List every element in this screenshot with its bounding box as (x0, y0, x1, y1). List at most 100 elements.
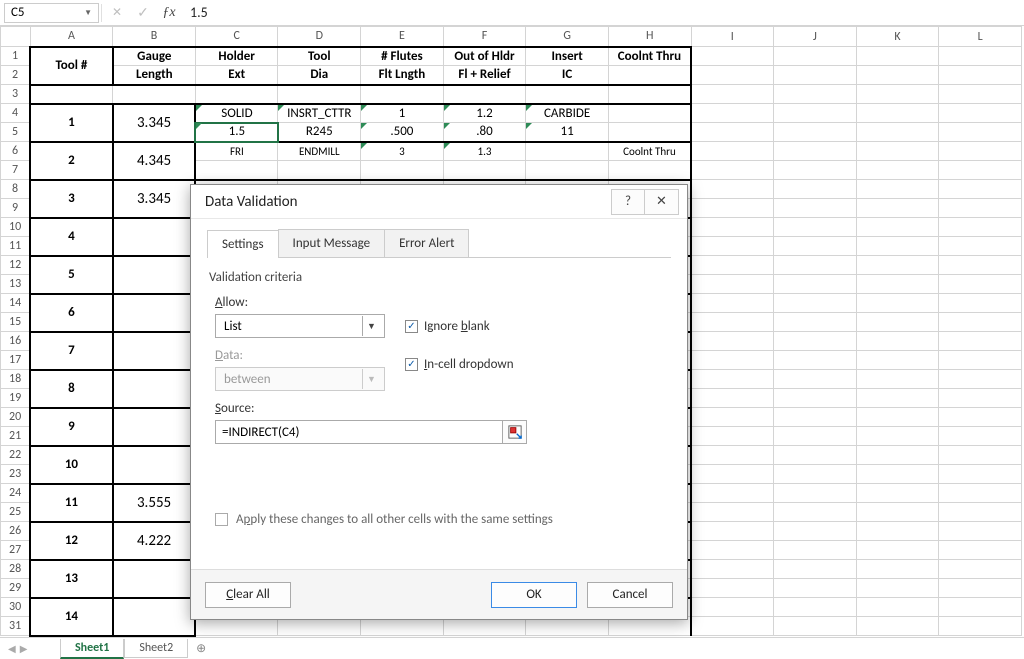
cell[interactable] (691, 237, 774, 256)
cell[interactable]: 1.3 (443, 142, 526, 161)
row-header[interactable]: 17 (1, 351, 31, 370)
sheet-tab[interactable]: Sheet2 (124, 639, 188, 658)
cell[interactable] (939, 598, 1022, 617)
cell[interactable] (608, 85, 691, 104)
row-header[interactable]: 12 (1, 256, 31, 275)
cell[interactable] (856, 427, 939, 446)
row-header[interactable]: 24 (1, 484, 31, 503)
cell[interactable] (774, 256, 857, 275)
cell[interactable] (774, 275, 857, 294)
cell[interactable] (691, 351, 774, 370)
cell[interactable] (939, 161, 1022, 180)
cell[interactable]: .80 (443, 123, 526, 142)
cell[interactable] (691, 275, 774, 294)
cell[interactable] (939, 351, 1022, 370)
cell[interactable] (361, 161, 444, 180)
cell[interactable]: FRI (195, 142, 278, 161)
row-header[interactable]: 19 (1, 389, 31, 408)
cell[interactable] (856, 408, 939, 427)
col-header[interactable]: I (691, 27, 774, 47)
cell[interactable] (691, 598, 774, 617)
row-header[interactable]: 30 (1, 598, 31, 617)
cell[interactable]: Fl + Relief (443, 66, 526, 85)
cancel-icon[interactable]: ✕ (104, 2, 130, 24)
cell[interactable] (856, 522, 939, 541)
row-header[interactable]: 23 (1, 465, 31, 484)
cell[interactable] (608, 104, 691, 123)
cell[interactable] (691, 218, 774, 237)
cell[interactable] (278, 85, 361, 104)
row-header[interactable]: 9 (1, 199, 31, 218)
cell[interactable] (691, 47, 774, 66)
cell[interactable] (691, 427, 774, 446)
row-header[interactable]: 14 (1, 294, 31, 313)
cell[interactable] (691, 161, 774, 180)
cell[interactable] (856, 180, 939, 199)
row-header[interactable]: 31 (1, 617, 31, 636)
cell[interactable] (774, 503, 857, 522)
row-header[interactable]: 5 (1, 123, 31, 142)
cell[interactable]: Insert (526, 47, 609, 66)
row-header[interactable]: 13 (1, 275, 31, 294)
cell[interactable] (443, 161, 526, 180)
cell[interactable] (691, 332, 774, 351)
col-header[interactable]: C (195, 27, 278, 47)
cell[interactable] (113, 598, 196, 636)
cell[interactable] (774, 294, 857, 313)
dialog-titlebar[interactable]: Data Validation ? ✕ (191, 185, 687, 219)
cell[interactable] (856, 370, 939, 389)
cell[interactable] (939, 408, 1022, 427)
row-header[interactable]: 20 (1, 408, 31, 427)
cell[interactable] (774, 161, 857, 180)
cell[interactable] (939, 541, 1022, 560)
cell[interactable] (113, 85, 196, 104)
cell[interactable]: # Flutes (361, 47, 444, 66)
cell[interactable] (856, 560, 939, 579)
cell[interactable]: INSRT_CTTR (278, 104, 361, 123)
cell[interactable] (691, 560, 774, 579)
cell[interactable] (856, 256, 939, 275)
cell[interactable] (691, 408, 774, 427)
cell[interactable] (856, 237, 939, 256)
row-header[interactable]: 29 (1, 579, 31, 598)
cell[interactable]: 10 (30, 446, 113, 484)
row-header[interactable]: 21 (1, 427, 31, 446)
cell[interactable] (856, 85, 939, 104)
col-header[interactable]: F (443, 27, 526, 47)
cell[interactable]: 5 (30, 256, 113, 294)
row-header[interactable]: 27 (1, 541, 31, 560)
cell[interactable] (939, 389, 1022, 408)
tab-error-alert[interactable]: Error Alert (384, 229, 469, 257)
clear-all-button[interactable]: Clear All (205, 582, 291, 608)
cell[interactable] (774, 142, 857, 161)
cell[interactable] (691, 370, 774, 389)
row-header[interactable]: 10 (1, 218, 31, 237)
cell[interactable]: .500 (361, 123, 444, 142)
cell[interactable] (856, 142, 939, 161)
cell[interactable] (856, 161, 939, 180)
cell[interactable] (195, 85, 278, 104)
cell[interactable] (856, 446, 939, 465)
col-header[interactable]: A (30, 27, 113, 47)
row-header[interactable]: 18 (1, 370, 31, 389)
new-sheet-icon[interactable]: ⊕ (188, 639, 214, 658)
cell[interactable]: 11 (30, 484, 113, 522)
cell[interactable] (691, 180, 774, 199)
row-header[interactable]: 3 (1, 85, 31, 104)
help-icon[interactable]: ? (611, 189, 645, 215)
cell[interactable] (939, 522, 1022, 541)
formula-input[interactable]: 1.5 (182, 2, 1020, 23)
cell[interactable]: ENDMILL (278, 142, 361, 161)
cell[interactable] (113, 560, 196, 598)
cell[interactable] (774, 180, 857, 199)
allow-combo[interactable]: List ▼ (215, 314, 385, 338)
cell[interactable] (856, 503, 939, 522)
cell[interactable] (939, 427, 1022, 446)
cell[interactable] (856, 332, 939, 351)
cell[interactable] (774, 446, 857, 465)
row-header[interactable]: 28 (1, 560, 31, 579)
cell[interactable]: 13 (30, 560, 113, 598)
cell[interactable] (774, 199, 857, 218)
active-cell[interactable]: 1.5 (195, 123, 278, 142)
row-header[interactable]: 16 (1, 332, 31, 351)
